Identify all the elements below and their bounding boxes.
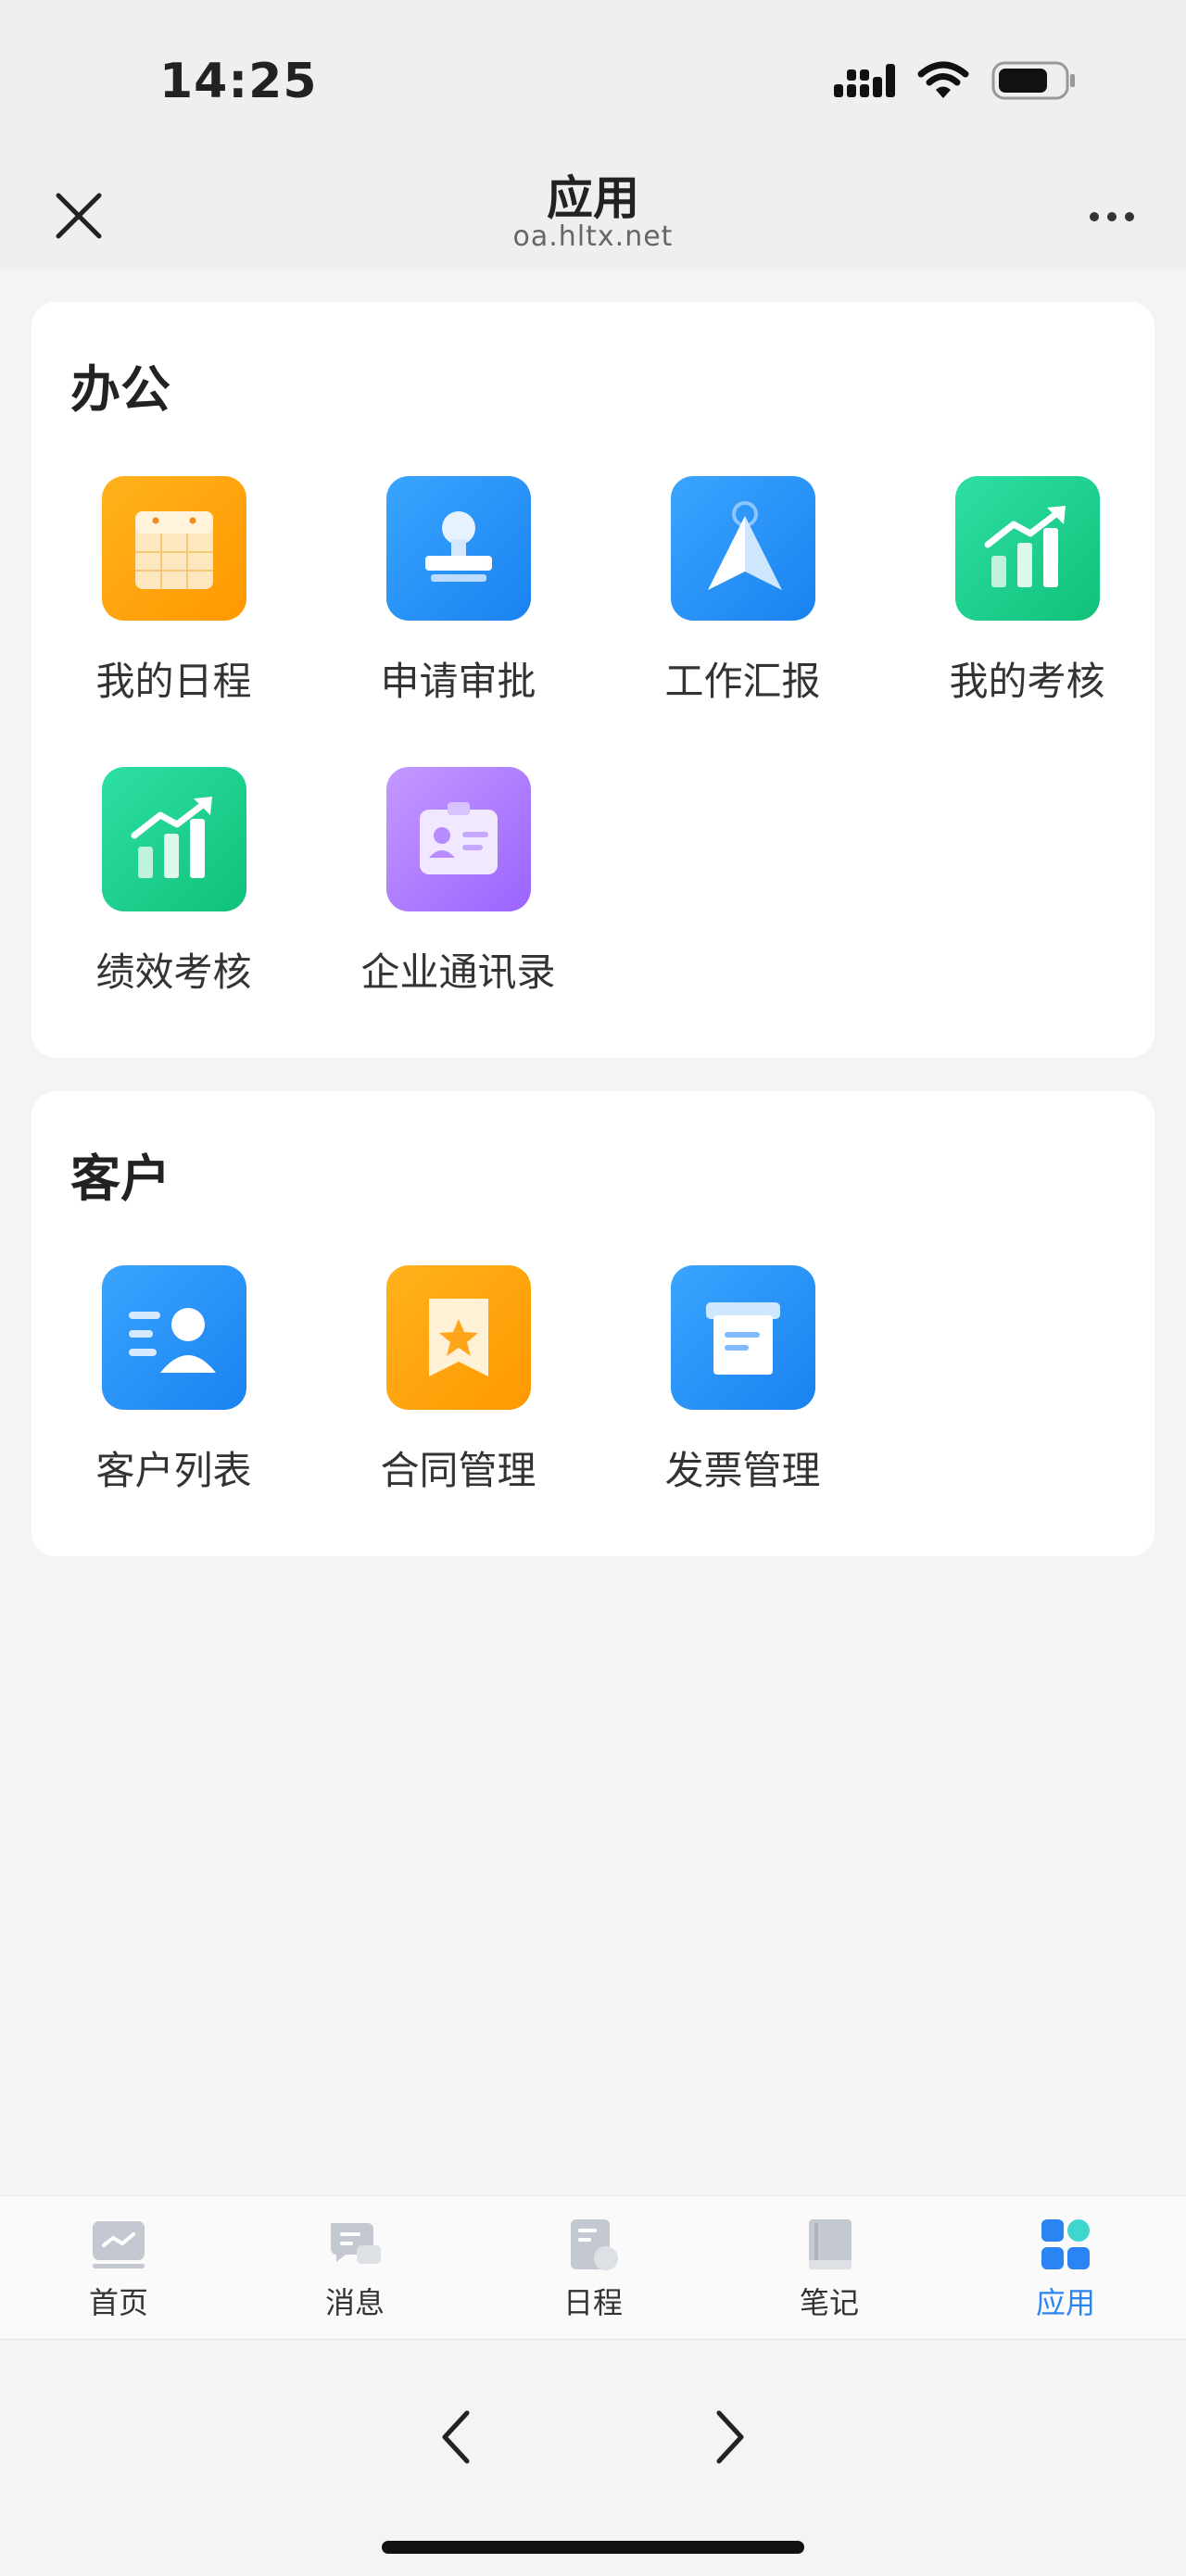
app-performance-review[interactable]: 绩效考核 [32,767,316,998]
bottom-tab-bar: 首页 消息 日程 笔记 应用 [0,2195,1186,2340]
stamp-icon [385,476,531,621]
page-domain: oa.hltx.net [512,220,674,253]
nav-header: 应用 oa.hltx.net [0,157,1186,270]
back-button[interactable] [419,2381,493,2493]
app-company-directory[interactable]: 企业通讯录 [316,767,600,998]
apps-grid-icon [1038,2217,1093,2272]
tab-label: 日程 [562,2285,623,2320]
app-label: 我的考核 [949,659,1105,704]
more-options-button[interactable] [1075,189,1149,245]
app-label: 绩效考核 [95,949,252,995]
growth-chart-icon [954,476,1100,621]
app-my-schedule[interactable]: 我的日程 [32,476,316,707]
section-customer: 客户 客户列表 合同管理 发票管理 [32,1091,1154,1556]
page-title: 应用 [547,171,639,225]
app-label: 客户列表 [95,1448,252,1493]
browser-navigation [0,2341,1186,2576]
app-label: 我的日程 [95,659,252,704]
notebook-icon [801,2217,857,2272]
app-customer-list[interactable]: 客户列表 [32,1265,316,1496]
tab-label: 消息 [324,2285,385,2320]
app-approval[interactable]: 申请审批 [316,476,600,707]
tab-label: 笔记 [799,2285,859,2320]
app-my-assessment[interactable]: 我的考核 [885,476,1169,707]
status-bar: 14:25 [0,0,1186,157]
invoice-icon [670,1265,815,1410]
section-title: 办公 [70,360,170,419]
status-icons [834,61,1077,100]
chevron-left-icon [442,2410,470,2464]
cellular-signal-icon [834,64,895,97]
tab-schedule[interactable]: 日程 [500,2217,686,2322]
tab-apps[interactable]: 应用 [973,2217,1158,2322]
contract-star-icon [385,1265,531,1410]
tab-notes[interactable]: 笔记 [737,2217,922,2322]
app-label: 发票管理 [664,1448,821,1493]
app-work-report[interactable]: 工作汇报 [600,476,885,707]
tab-messages[interactable]: 消息 [262,2217,448,2322]
tab-home[interactable]: 首页 [26,2217,211,2322]
schedule-icon [565,2217,621,2272]
app-label: 企业通讯录 [360,949,556,995]
wifi-icon [917,61,969,98]
home-indicator [382,2541,804,2554]
app-invoice-management[interactable]: 发票管理 [600,1265,885,1496]
forward-button[interactable] [693,2381,767,2493]
chevron-right-icon [716,2410,744,2464]
battery-icon [991,61,1075,100]
more-dot-icon [1125,212,1134,221]
paper-plane-icon [670,476,815,621]
home-chart-icon [91,2217,146,2272]
app-label: 申请审批 [380,659,536,704]
more-dot-icon [1090,212,1099,221]
more-dot-icon [1107,212,1117,221]
tab-label: 首页 [88,2285,148,2320]
app-label: 工作汇报 [664,659,821,704]
customer-list-icon [101,1265,246,1410]
section-office: 办公 我的日程 申请审批 工作汇报 我的考核 绩效考核 企业通讯录 [32,302,1154,1058]
message-icon [327,2217,383,2272]
growth-chart-icon [101,767,246,911]
status-time: 14:25 [159,54,318,109]
tab-label: 应用 [1035,2285,1095,2320]
section-title: 客户 [70,1150,170,1208]
app-label: 合同管理 [380,1448,536,1493]
app-contract-management[interactable]: 合同管理 [316,1265,600,1496]
calendar-icon [101,476,246,621]
contact-card-icon [385,767,531,911]
